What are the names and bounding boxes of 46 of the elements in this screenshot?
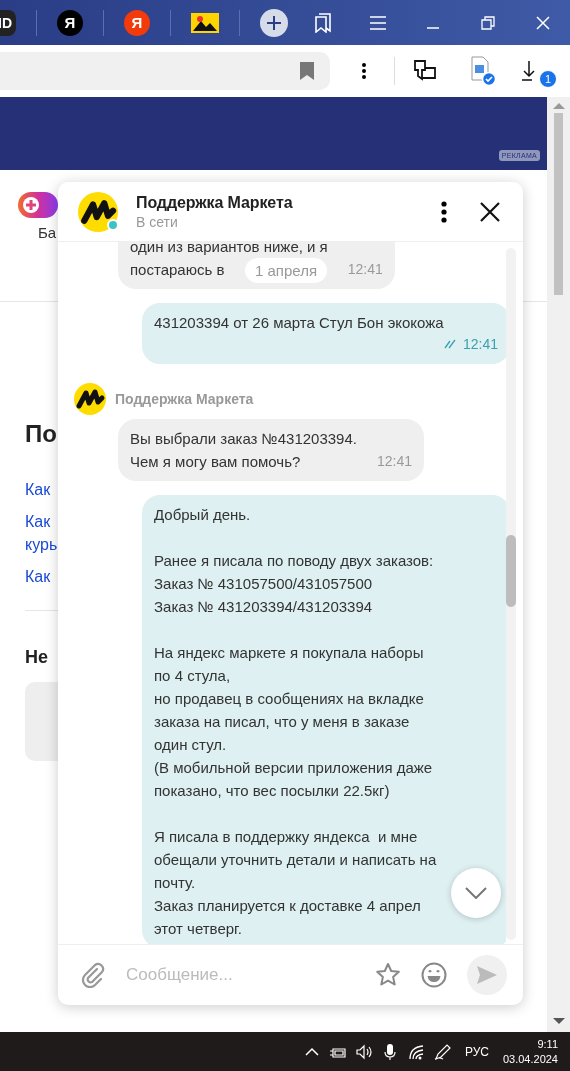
star-icon[interactable] xyxy=(375,962,401,988)
download-count: 1 xyxy=(539,70,557,88)
emoji-icon[interactable] xyxy=(421,962,447,988)
language-indicator[interactable]: РУС xyxy=(464,1044,489,1059)
chevron-down-icon[interactable] xyxy=(465,887,487,899)
message-text: На яндекс маркете я покупала наборы по 4 стула, но продавец в сообщениях на вкладке заказа на писал, что у меня в заказе один стул. (В мобильной версии приложения даже показано, что вес посылки 22.5кг) xyxy=(154,643,433,801)
message-text: 431203394 от 26 марта Стул Бон экокожа xyxy=(154,313,444,333)
message-text: Добрый день. xyxy=(154,505,251,525)
speaker-icon[interactable] xyxy=(354,1042,373,1061)
help-link[interactable]: Как курь xyxy=(25,510,58,556)
address-field[interactable] xyxy=(0,52,330,90)
chat-scrollbar[interactable] xyxy=(506,248,516,940)
message-text: Вы выбрали заказ №431203394. Чем я могу вам помочь? xyxy=(130,429,357,472)
clock-date[interactable]: 03.04.2024 xyxy=(502,1053,558,1065)
message-text: один из вариантов ниже, и я xyxy=(130,242,328,257)
message-input[interactable]: Сообщение... xyxy=(126,965,355,985)
message-time: 12:41 xyxy=(376,452,412,471)
section-heading: Не xyxy=(25,647,48,668)
message-time: 12:41 xyxy=(462,335,498,354)
message-text: Я писала в поддержку яндекса и мне обещали уточнить детали и написать на почту. Заказ планируется к доставке 4 апрел этот четверг. xyxy=(154,827,437,939)
chat-status: В сети xyxy=(136,213,179,230)
sender-avatar xyxy=(74,383,106,415)
new-tab-button[interactable] xyxy=(260,8,288,37)
clock-time[interactable]: 9:11 xyxy=(537,1038,558,1050)
download-button[interactable]: 1 xyxy=(517,51,557,91)
message-time: 12:41 xyxy=(347,260,383,279)
scrollbar[interactable] xyxy=(547,97,570,1032)
wifi-icon[interactable] xyxy=(406,1042,425,1061)
attach-icon[interactable] xyxy=(80,962,106,988)
bookmark-icon[interactable] xyxy=(300,62,314,80)
chat-title: Поддержка Маркета xyxy=(136,193,293,212)
message-text: постараюсь в xyxy=(130,260,225,280)
image-icon[interactable] xyxy=(191,12,219,33)
message-text: Ранее я писала по поводу двух заказов: Заказ № 431057500/431057500 Заказ № 431203394/431203394 xyxy=(154,551,434,617)
chat-avatar xyxy=(78,191,118,232)
plus-icon[interactable] xyxy=(266,14,282,31)
section-heading: По xyxy=(25,420,57,448)
download-icon[interactable] xyxy=(521,60,537,82)
sender-name: Поддержка Маркета xyxy=(115,391,254,407)
tab-logo[interactable]: Я xyxy=(124,9,150,36)
help-link[interactable]: Как xyxy=(25,478,51,501)
date-label: 1 апреля xyxy=(245,258,328,283)
balance-label: Ба xyxy=(38,224,57,241)
tab-logo[interactable]: Я xyxy=(57,9,83,36)
pen-icon[interactable] xyxy=(432,1042,451,1061)
help-link[interactable]: Как xyxy=(25,565,51,588)
